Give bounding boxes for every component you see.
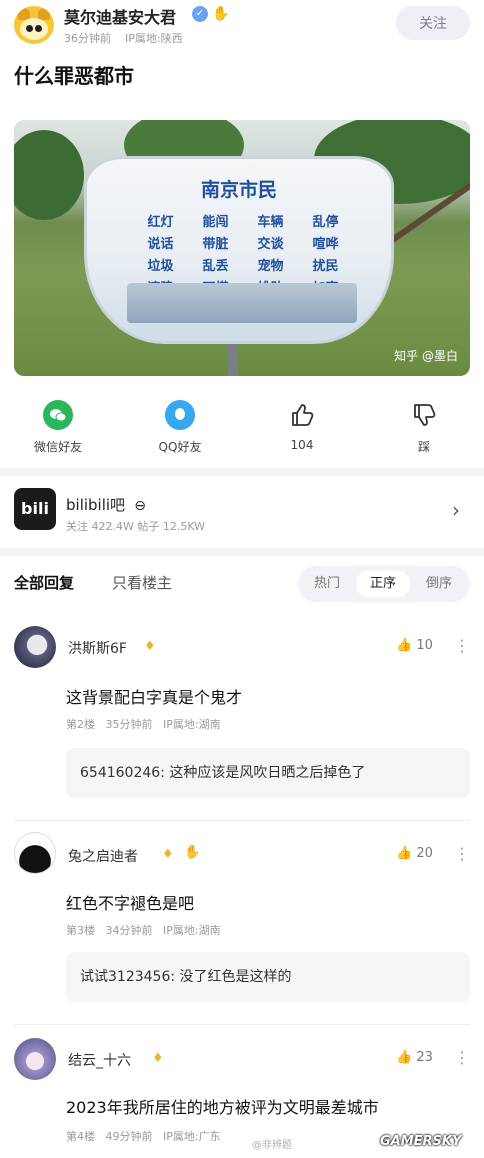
- sort-hot-button[interactable]: 热门: [300, 570, 354, 598]
- sort-desc-button[interactable]: 倒序: [412, 570, 466, 598]
- dislike-label: 踩: [417, 440, 430, 454]
- post-title: 什么罪恶都市: [14, 64, 134, 88]
- share-wechat-button[interactable]: 微信好友: [18, 400, 98, 455]
- share-qq-button[interactable]: QQ好友: [140, 400, 220, 455]
- section-divider: [0, 548, 484, 556]
- sign-word: 宠物: [257, 259, 284, 274]
- sign-word: 带脏: [202, 237, 229, 252]
- forum-name-text: bilibili吧: [66, 496, 126, 514]
- comment-author[interactable]: 洪斯斯6F: [68, 638, 127, 658]
- comment-author[interactable]: 兔之启迪者: [68, 846, 138, 866]
- comment-meta: 第4楼 49分钟前 IP属地:广东: [66, 1128, 221, 1144]
- dislike-button[interactable]: 踩: [384, 400, 464, 455]
- comment-time: 35分钟前: [105, 718, 153, 731]
- forum-stats: 关注 422.4W 帖子 12.5KW: [66, 520, 206, 533]
- gamersky-watermark: GAMERSKY: [380, 1134, 462, 1149]
- sign-word: 乱丢: [202, 259, 229, 274]
- comment-meta: 第3楼 34分钟前 IP属地:湖南: [66, 922, 221, 938]
- comment-ip: IP属地:广东: [163, 1130, 221, 1143]
- verified-badge-icon: ✓: [192, 6, 208, 22]
- sign-word: 能闯: [202, 215, 229, 230]
- comment-like-button[interactable]: 👍 23: [396, 1050, 433, 1065]
- tab-all-replies[interactable]: 全部回复: [14, 572, 74, 593]
- chevron-right-icon[interactable]: ›: [452, 498, 460, 522]
- share-wechat-label: 微信好友: [33, 440, 82, 454]
- comment-avatar[interactable]: [14, 626, 56, 668]
- sign-word: 说话: [147, 237, 174, 252]
- thumbs-down-icon: [409, 400, 439, 430]
- sign-word: 扰民: [312, 259, 339, 274]
- thumbs-up-icon: [287, 400, 317, 430]
- comment-author[interactable]: 结云_十六: [68, 1050, 131, 1070]
- comment-avatar[interactable]: [14, 1038, 56, 1080]
- qq-icon: [165, 400, 195, 430]
- sign-word: 垃圾: [147, 259, 174, 274]
- sign-building-illustration: [127, 283, 357, 323]
- thumbs-up-icon: 👍: [396, 1050, 413, 1065]
- tab-op-only[interactable]: 只看楼主: [112, 572, 172, 593]
- sign-title: 南京市民: [200, 179, 277, 201]
- image-watermark: 知乎 @墨白: [394, 349, 458, 363]
- comment-like-count: 20: [416, 846, 433, 861]
- thumbs-up-icon: 👍: [396, 846, 413, 861]
- vip-icon: ♦: [152, 1051, 164, 1066]
- comment-meta: 第2楼 35分钟前 IP属地:湖南: [66, 716, 221, 732]
- wechat-icon: [43, 400, 73, 430]
- vip-icon: ♦: [162, 847, 174, 862]
- comment-ip: IP属地:湖南: [163, 718, 221, 731]
- comment-avatar[interactable]: [14, 832, 56, 874]
- comment-time: 34分钟前: [105, 924, 153, 937]
- more-icon[interactable]: ⋮: [454, 636, 470, 655]
- post-time: 36分钟前: [64, 32, 111, 45]
- hand-badge-icon: ✋: [212, 6, 230, 22]
- post-ip: IP属地:陕西: [125, 32, 183, 45]
- share-qq-label: QQ好友: [158, 440, 202, 454]
- comment-like-button[interactable]: 👍 10: [396, 638, 433, 653]
- like-button[interactable]: 104: [262, 400, 342, 452]
- thumbs-up-icon: 👍: [396, 638, 413, 653]
- comment-floor: 第2楼: [66, 718, 95, 731]
- sign-word: 交谈: [257, 237, 284, 252]
- forum-logo[interactable]: bili: [14, 488, 56, 530]
- sign-board: 南京市民 红灯 能闯 车辆 乱停 说话 带脏 交谈 喧哗 垃圾 乱丢 宠物 扰民…: [84, 156, 394, 344]
- sign-word: 喧哗: [312, 237, 339, 252]
- comment-floor: 第4楼: [66, 1130, 95, 1143]
- comment-like-count: 23: [416, 1050, 433, 1065]
- sort-segmented-control: 热门 正序 倒序: [298, 566, 470, 602]
- comment-like-button[interactable]: 👍 20: [396, 846, 433, 861]
- comment-like-count: 10: [416, 638, 433, 653]
- sign-word: 红灯: [147, 215, 174, 230]
- comment-ip: IP属地:湖南: [163, 924, 221, 937]
- more-icon[interactable]: ⋮: [454, 1048, 470, 1067]
- comment-time: 49分钟前: [105, 1130, 153, 1143]
- comment-separator: [14, 820, 470, 821]
- post-image[interactable]: 南京市民 红灯 能闯 车辆 乱停 说话 带脏 交谈 喧哗 垃圾 乱丢 宠物 扰民…: [14, 120, 470, 376]
- forum-name[interactable]: bilibili吧 ⊖: [66, 494, 146, 515]
- forum-level-icon: ⊖: [129, 498, 147, 514]
- comment-text: 2023年我所居住的地方被评为文明最差城市: [66, 1098, 379, 1117]
- comment-text: 红色不字褪色是吧: [66, 894, 195, 913]
- sign-word: 乱停: [312, 215, 339, 230]
- author-avatar[interactable]: [14, 6, 54, 44]
- like-count: 104: [290, 438, 314, 452]
- comment-text: 这背景配白字真是个鬼才: [66, 688, 243, 707]
- follow-button[interactable]: 关注: [396, 6, 470, 40]
- sign-word: 车辆: [257, 215, 284, 230]
- weibo-watermark: @非辨题: [252, 1140, 292, 1151]
- author-name[interactable]: 莫尔迪基安大君: [64, 4, 176, 28]
- sort-asc-button[interactable]: 正序: [356, 570, 410, 598]
- hand-badge-icon: ✋: [184, 845, 201, 860]
- comment-reply-preview[interactable]: 试试3123456: 没了红色是这样的: [66, 952, 470, 1002]
- vip-icon: ♦: [144, 639, 156, 654]
- comment-separator: [14, 1024, 470, 1025]
- section-divider: [0, 468, 484, 476]
- comment-floor: 第3楼: [66, 924, 95, 937]
- comment-reply-preview[interactable]: 654160246: 这种应该是风吹日晒之后掉色了: [66, 748, 470, 798]
- more-icon[interactable]: ⋮: [454, 844, 470, 863]
- post-meta: 36分钟前 IP属地:陕西: [64, 30, 183, 46]
